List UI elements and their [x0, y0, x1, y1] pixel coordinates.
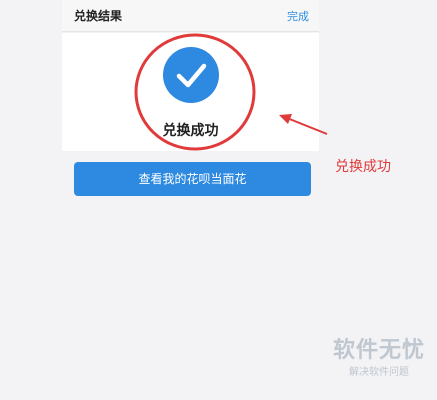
annotation-label: 兑换成功 [335, 159, 391, 175]
watermark-sub-text: 解决软件问题 [349, 367, 409, 378]
watermark-main-text: 软件无忧 [332, 338, 425, 363]
watermark-logo: 软件无忧 解决软件问题 [323, 336, 435, 394]
annotation-arrow-line [286, 117, 328, 135]
page: 兑换结果 完成 兑换成功 查看我的花呗当面花 兑换成功 软件无忧 解决软件问题 [0, 0, 437, 400]
annotation-circle [134, 33, 256, 151]
